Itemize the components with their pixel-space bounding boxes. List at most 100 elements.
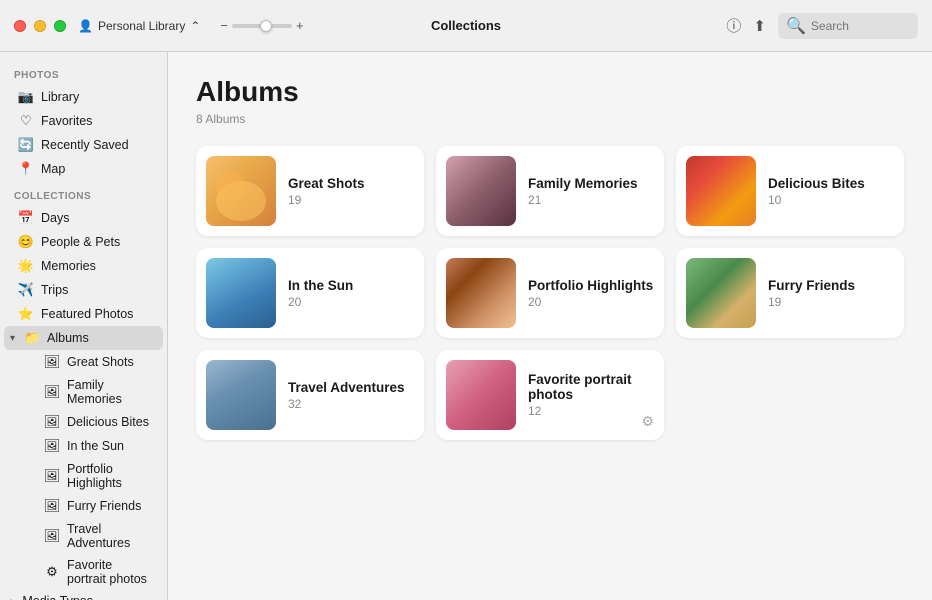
sidebar-sub-in-the-sun[interactable]: 🖼 In the Sun [4,434,163,458]
album-info: Favorite portrait photos 12 [528,372,654,418]
album-count: 20 [288,295,414,309]
sidebar-sub-great-shots[interactable]: 🖼 Great Shots [4,350,163,374]
sidebar-item-favorites[interactable]: ♡ Favorites [4,109,163,133]
titlebar-right: ⓘ ⬆ 🔍 [726,13,918,39]
sidebar-sub-portfolio[interactable]: 🖼 Portfolio Highlights [4,458,163,494]
sidebar-item-label: Albums [47,331,89,345]
sidebar-item-label: Map [41,162,65,176]
album-card-furry-friends[interactable]: Furry Friends 19 [676,248,904,338]
sidebar-item-library[interactable]: 📷 Library [4,85,163,109]
album-count: 20 [528,295,654,309]
album-thumb-portfolio [446,258,516,328]
titlebar-title: Collections [431,18,501,33]
expand-arrow-icon: › [10,596,13,600]
collections-section-label: Collections [0,181,167,206]
album-thumb-family [446,156,516,226]
search-box[interactable]: 🔍 [778,13,918,39]
album-info: Great Shots 19 [288,176,414,207]
window-controls [14,20,66,32]
album-count: 8 Albums [196,112,904,126]
album-card-portrait[interactable]: Favorite portrait photos 12 ⚙ [436,350,664,440]
album-thumb-travel [206,360,276,430]
sidebar-item-label: Media Types [22,594,93,600]
album-card-family-memories[interactable]: Family Memories 21 [436,146,664,236]
album-name: Family Memories [528,176,654,191]
sidebar: Photos 📷 Library ♡ Favorites 🔄 Recently … [0,52,168,600]
furry-icon: 🖼 [44,498,60,514]
album-info: Family Memories 21 [528,176,654,207]
trips-icon: ✈️ [18,282,34,298]
album-thumb-great-shots [206,156,276,226]
sidebar-item-memories[interactable]: 🌟 Memories [4,254,163,278]
sidebar-sub-portrait[interactable]: ⚙ Favorite portrait photos [4,554,163,590]
sidebar-item-label: Library [41,90,79,104]
gear-icon[interactable]: ⚙ [641,413,654,430]
album-info: Portfolio Highlights 20 [528,278,654,309]
albums-icon: 📁 [24,330,40,346]
maximize-button[interactable] [54,20,66,32]
page-title: Albums [196,76,904,108]
sidebar-sub-furry-friends[interactable]: 🖼 Furry Friends [4,494,163,518]
sidebar-item-people-pets[interactable]: 😊 People & Pets [4,230,163,254]
album-card-great-shots[interactable]: Great Shots 19 [196,146,424,236]
sidebar-item-label: Travel Adventures [67,522,149,550]
portrait-icon: ⚙ [44,564,60,580]
album-card-portfolio[interactable]: Portfolio Highlights 20 [436,248,664,338]
album-info: In the Sun 20 [288,278,414,309]
zoom-slider[interactable]: − + [220,18,303,33]
album-name: Furry Friends [768,278,894,293]
sidebar-item-label: Memories [41,259,96,273]
sidebar-item-map[interactable]: 📍 Map [4,157,163,181]
album-info: Furry Friends 19 [768,278,894,309]
sidebar-item-days[interactable]: 📅 Days [4,206,163,230]
sidebar-item-label: Days [41,211,69,225]
album-count: 21 [528,193,654,207]
sidebar-item-label: Delicious Bites [67,415,149,429]
album-card-in-the-sun[interactable]: In the Sun 20 [196,248,424,338]
album-grid: Great Shots 19 Family Memories 21 Delici… [196,146,904,440]
sidebar-item-trips[interactable]: ✈️ Trips [4,278,163,302]
album-thumb-portrait [446,360,516,430]
people-pets-icon: 😊 [18,234,34,250]
zoom-minus[interactable]: − [220,18,228,33]
close-button[interactable] [14,20,26,32]
album-info: Travel Adventures 32 [288,380,414,411]
sidebar-item-label: Furry Friends [67,499,141,513]
sidebar-item-label: Favorites [41,114,92,128]
sun-icon: 🖼 [44,438,60,454]
album-count: 10 [768,193,894,207]
sidebar-item-recently-saved[interactable]: 🔄 Recently Saved [4,133,163,157]
sidebar-sub-family-memories[interactable]: 🖼 Family Memories [4,374,163,410]
chevron-icon: ⌃ [190,19,200,33]
expand-arrow-icon: ▾ [10,333,15,344]
album-name: Portfolio Highlights [528,278,654,293]
recently-saved-icon: 🔄 [18,137,34,153]
library-label: Personal Library [98,19,185,33]
sidebar-item-label: Portfolio Highlights [67,462,149,490]
zoom-plus[interactable]: + [296,18,304,33]
minimize-button[interactable] [34,20,46,32]
slider-track[interactable] [232,24,292,28]
info-icon[interactable]: ⓘ [726,15,741,36]
main-layout: Photos 📷 Library ♡ Favorites 🔄 Recently … [0,52,932,600]
sidebar-sub-delicious-bites[interactable]: 🖼 Delicious Bites [4,410,163,434]
portfolio-icon: 🖼 [44,468,60,484]
library-picker[interactable]: 👤 Personal Library ⌃ [78,19,200,33]
sidebar-item-albums[interactable]: ▾ 📁 Albums [4,326,163,350]
content-area: Albums 8 Albums Great Shots 19 Family Me… [168,52,932,600]
delicious-icon: 🖼 [44,414,60,430]
family-icon: 🖼 [44,384,60,400]
album-name: Favorite portrait photos [528,372,654,402]
album-card-delicious-bites[interactable]: Delicious Bites 10 [676,146,904,236]
search-input[interactable] [811,19,910,33]
album-info: Delicious Bites 10 [768,176,894,207]
sidebar-item-media-types[interactable]: › Media Types [4,590,163,600]
sidebar-item-label: In the Sun [67,439,124,453]
album-thumb-furry [686,258,756,328]
search-icon: 🔍 [786,16,806,36]
sidebar-sub-travel[interactable]: 🖼 Travel Adventures [4,518,163,554]
album-name: Great Shots [288,176,414,191]
sidebar-item-featured-photos[interactable]: ⭐ Featured Photos [4,302,163,326]
album-card-travel[interactable]: Travel Adventures 32 [196,350,424,440]
share-icon[interactable]: ⬆ [753,17,766,35]
